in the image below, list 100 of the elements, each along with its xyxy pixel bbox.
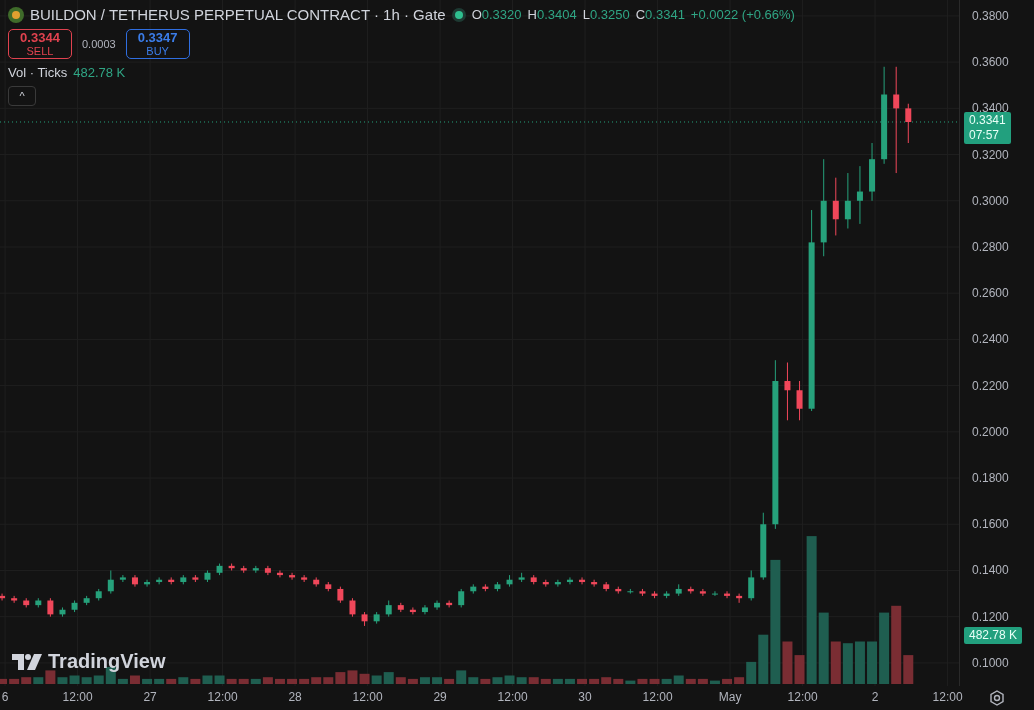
candle	[675, 583, 682, 597]
candle	[23, 597, 30, 608]
candle	[337, 586, 344, 604]
price-axis-label: 0.1000	[972, 655, 1009, 670]
candle	[458, 588, 465, 608]
price-change: +0.0022 (+0.66%)	[690, 7, 795, 22]
buy-button[interactable]: 0.3347 BUY	[125, 29, 190, 60]
candle	[603, 581, 610, 592]
candle	[156, 576, 163, 585]
candle	[542, 579, 549, 588]
volume-label: Vol · Ticks	[8, 65, 68, 81]
price-axis-label: 0.3800	[972, 8, 1009, 23]
candle	[131, 574, 138, 588]
price-axis-label: 0.2200	[972, 378, 1009, 393]
candle	[566, 576, 573, 585]
candle	[627, 588, 634, 595]
candle	[579, 576, 586, 585]
candle	[289, 572, 296, 581]
price-axis-label: 0.3200	[972, 147, 1009, 162]
candle	[71, 600, 78, 613]
time-axis-label: 29	[433, 690, 447, 704]
candle	[736, 593, 743, 604]
candle	[0, 593, 6, 601]
candle	[349, 597, 356, 618]
candle	[446, 600, 453, 608]
candle	[397, 602, 404, 613]
volume-bar	[854, 641, 865, 684]
candle	[856, 165, 863, 225]
candle	[591, 579, 598, 588]
candle	[796, 380, 803, 421]
candle	[95, 588, 102, 601]
candle	[844, 172, 851, 229]
symbol-title: BUILDON / TETHERUS PERPETUAL CONTRACT · 1h · Gate	[30, 6, 446, 23]
price-axis-label: 0.2400	[972, 332, 1009, 347]
candle	[47, 597, 54, 618]
volume-bar	[371, 675, 382, 684]
time-axis-label: 27	[143, 690, 157, 704]
candle	[832, 177, 839, 236]
price-axis-label: 0.1800	[972, 471, 1009, 486]
candle	[361, 611, 368, 627]
candle	[482, 583, 489, 592]
price-axis-label: 0.2000	[972, 424, 1009, 439]
candle	[264, 565, 271, 576]
candle	[687, 586, 694, 595]
candle	[313, 576, 320, 588]
candle	[639, 588, 646, 597]
volume-value: 482.78 K	[73, 65, 126, 81]
candle	[494, 581, 501, 592]
candle	[409, 606, 416, 615]
volume-bar	[504, 675, 515, 684]
time-axis-label: 12:00	[787, 690, 818, 704]
spread-value: 0.0003	[81, 38, 117, 51]
candle	[711, 590, 718, 597]
candle	[615, 586, 622, 595]
ohlc-value: O0.3320	[471, 7, 522, 22]
brand-name: TradingView	[48, 650, 166, 673]
candle	[83, 595, 90, 606]
candle	[301, 574, 308, 583]
candle	[204, 569, 211, 583]
candle	[784, 362, 791, 421]
candle	[905, 103, 912, 144]
price-axis-label: 0.1600	[972, 517, 1009, 532]
candle	[506, 574, 513, 588]
candle	[518, 572, 525, 583]
ohlc-value: H0.3404	[527, 7, 577, 22]
candle	[228, 563, 235, 571]
candle	[748, 569, 755, 601]
candle	[325, 581, 332, 592]
candle	[724, 590, 731, 599]
time-axis-label: 12:00	[352, 690, 383, 704]
candle	[530, 574, 537, 585]
candle	[180, 574, 187, 585]
price-axis-label: 0.1400	[972, 563, 1009, 578]
price-axis-label: 0.2800	[972, 240, 1009, 254]
logo-icon	[12, 653, 42, 670]
candle	[119, 574, 126, 583]
candle	[168, 576, 175, 585]
time-axis-label: 28	[288, 690, 302, 704]
volume-bar	[842, 643, 853, 684]
candle	[192, 574, 199, 583]
time-axis-label: May	[718, 690, 742, 704]
last-price-tag: 0.3341 07:57	[964, 112, 1011, 144]
time-axis-label: 12:00	[497, 690, 528, 704]
candle	[699, 588, 706, 597]
sell-button[interactable]: 0.3344 SELL	[8, 29, 72, 60]
ohlc-value: L0.3250	[582, 7, 630, 22]
time-axis-label: 2	[871, 690, 879, 704]
candle	[35, 597, 42, 608]
ohlc-value: C0.3341	[635, 7, 685, 22]
time-axis-label: 12:00	[642, 690, 673, 704]
volume-tag: 482.78 K	[964, 627, 1023, 644]
candle	[385, 600, 392, 618]
price-axis-label: 0.3600	[972, 55, 1009, 70]
candle	[373, 611, 380, 625]
price-axis-label: 0.1200	[972, 609, 1009, 624]
candle	[434, 600, 441, 611]
time-axis-label: 12:00	[62, 690, 93, 704]
collapse-button[interactable]: ^	[8, 86, 36, 107]
settings-icon[interactable]	[989, 690, 1005, 706]
candle	[554, 579, 561, 588]
